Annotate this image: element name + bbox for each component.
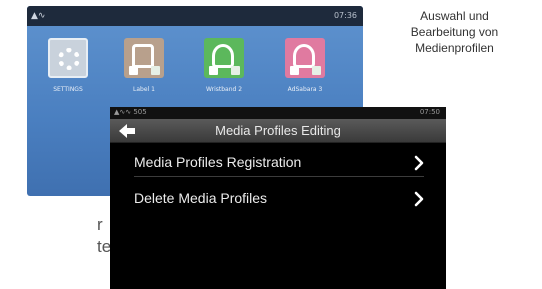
label-1-tile-label: Label 1	[133, 86, 155, 93]
tile-badge-icon	[231, 66, 240, 75]
home-status-bar: ▲∿ 07:36	[27, 6, 363, 26]
tile-badge-icon	[312, 66, 321, 75]
wristband-2-tile[interactable]	[204, 38, 244, 78]
adsabara-3-tile[interactable]	[285, 38, 325, 78]
tile-badge-icon	[290, 66, 299, 75]
menu-item-label: Delete Media Profiles	[134, 190, 268, 206]
panel-title: Media Profiles Editing	[215, 123, 341, 138]
signal-icon: ▲∿	[31, 11, 46, 21]
label-1-tile[interactable]	[124, 38, 164, 78]
delete-media-profiles-item[interactable]: Delete Media Profiles	[120, 185, 438, 213]
wristband-icon	[293, 44, 315, 68]
chevron-right-icon	[414, 191, 424, 207]
caption-line: Bearbeitung von	[410, 25, 499, 39]
tile-badge-icon	[209, 66, 218, 75]
label-device-icon	[132, 44, 154, 68]
home-status-time: 07:36	[333, 11, 357, 20]
wristband-icon	[212, 44, 234, 68]
settings-tile[interactable]	[48, 38, 88, 78]
status-text: 505	[133, 108, 147, 116]
caption-line: Auswahl und	[420, 9, 489, 23]
status-icons: ▲∿∿ 505	[114, 108, 147, 116]
tile-badge-icon	[151, 66, 160, 75]
adsabara-3-tile-label: AdSabara 3	[287, 86, 323, 93]
media-profiles-panel: ▲∿∿ 505 07:50 Media Profiles Editing Med…	[110, 107, 446, 289]
caption-text: Auswahl und Bearbeitung von Medienprofil…	[382, 8, 527, 56]
cut-off-text: r	[97, 215, 103, 234]
settings-tile-label: SETTINGS	[53, 86, 83, 93]
menu-item-label: Media Profiles Registration	[134, 154, 302, 170]
caption-line: Medienprofilen	[415, 41, 494, 55]
panel-status-bar: ▲∿∿ 505 07:50	[110, 107, 446, 119]
chevron-right-icon	[414, 155, 424, 171]
panel-header: Media Profiles Editing	[110, 119, 446, 143]
menu-divider	[134, 176, 424, 177]
wristband-2-tile-label: Wristband 2	[205, 86, 243, 93]
gear-icon	[58, 48, 80, 70]
media-profiles-registration-item[interactable]: Media Profiles Registration	[120, 149, 438, 177]
tile-badge-icon	[129, 66, 138, 75]
panel-status-time: 07:50	[419, 108, 440, 116]
